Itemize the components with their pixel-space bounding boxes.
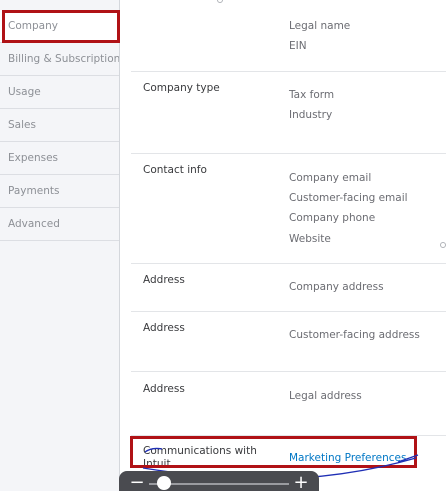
sidebar-item-payments[interactable]: Payments — [0, 175, 119, 208]
zoom-in-button[interactable]: + — [291, 474, 311, 491]
legal-address-label: Address — [143, 383, 185, 395]
company-phone-field[interactable]: Company phone — [289, 212, 375, 224]
website-field[interactable]: Website — [289, 233, 331, 245]
sidebar-item-usage[interactable]: Usage — [0, 76, 119, 109]
company-type-section[interactable]: Company type Tax form Industry — [131, 72, 446, 154]
resize-handle-right[interactable] — [440, 242, 446, 248]
zoom-out-button[interactable]: − — [127, 474, 147, 491]
company-settings-panel: Legal name EIN Company type Tax form Ind… — [121, 0, 446, 491]
settings-sidebar: Company Billing & Subscription Usage Sal… — [0, 0, 120, 491]
customer-facing-email-field[interactable]: Customer-facing email — [289, 192, 408, 204]
company-type-label: Company type — [143, 82, 220, 94]
contact-info-section[interactable]: Contact info Company email Customer-faci… — [131, 154, 446, 264]
zoom-slider-handle[interactable] — [157, 476, 171, 490]
company-email-field[interactable]: Company email — [289, 172, 371, 184]
sidebar-item-advanced[interactable]: Advanced — [0, 208, 119, 241]
marketing-preferences-link[interactable]: Marketing Preferences — [289, 452, 406, 464]
legal-name-field[interactable]: Legal name — [289, 20, 350, 32]
sidebar-item-sales[interactable]: Sales — [0, 109, 119, 142]
sidebar-item-billing-subscription[interactable]: Billing & Subscription — [0, 43, 119, 76]
ein-field[interactable]: EIN — [289, 40, 307, 52]
customer-facing-address-label: Address — [143, 322, 185, 334]
legal-address-field[interactable]: Legal address — [289, 390, 362, 402]
company-address-section[interactable]: Address Company address — [131, 264, 446, 312]
company-name-section[interactable]: Legal name EIN — [131, 0, 446, 72]
sidebar-item-company[interactable]: Company — [0, 10, 119, 43]
tax-form-field[interactable]: Tax form — [289, 89, 334, 101]
customer-facing-address-field[interactable]: Customer-facing address — [289, 329, 420, 341]
communications-label: Communications with Intuit — [143, 445, 257, 470]
sidebar-item-expenses[interactable]: Expenses — [0, 142, 119, 175]
contact-info-label: Contact info — [143, 164, 207, 176]
legal-address-section[interactable]: Address Legal address — [131, 372, 446, 436]
customer-facing-address-section[interactable]: Address Customer-facing address — [131, 312, 446, 372]
company-address-field[interactable]: Company address — [289, 281, 384, 293]
industry-field[interactable]: Industry — [289, 109, 332, 121]
company-address-label: Address — [143, 274, 185, 286]
zoom-control: − + — [119, 471, 319, 491]
